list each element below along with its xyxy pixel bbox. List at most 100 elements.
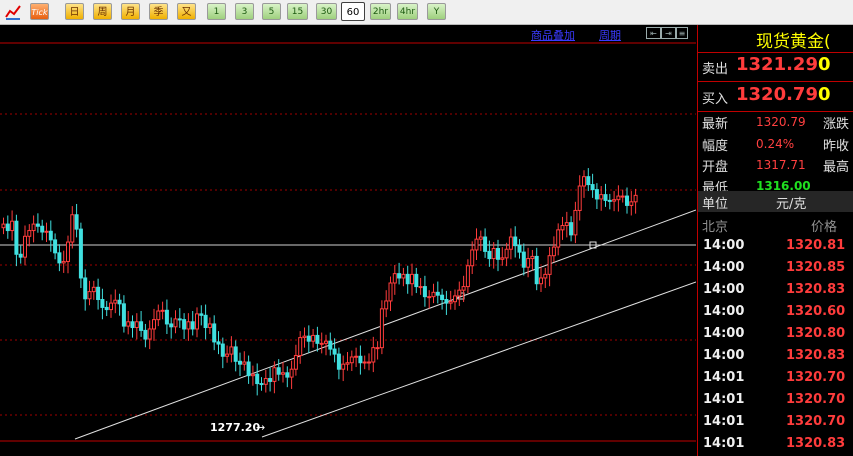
period-button-月[interactable]: 月 xyxy=(121,3,140,20)
candle-body xyxy=(48,230,53,241)
candle-body xyxy=(603,194,608,201)
buy-label: 买入 xyxy=(702,92,729,107)
candle-body xyxy=(573,209,578,236)
period-button-5[interactable]: 5 xyxy=(262,3,281,20)
candle-body xyxy=(130,321,135,329)
candle-body xyxy=(31,223,36,232)
candle-body xyxy=(586,176,591,186)
period-button-4hr[interactable]: 4hr xyxy=(397,3,418,20)
period-button-2hr[interactable]: 2hr xyxy=(370,3,391,20)
tick-price: 1320.83 xyxy=(786,348,846,363)
candle-body xyxy=(203,314,208,329)
overlay-link[interactable]: 商品叠加 xyxy=(531,27,575,43)
candle-body xyxy=(14,220,19,255)
candle-body xyxy=(500,257,505,260)
candle-body xyxy=(410,273,414,285)
tick-time: 14:00 xyxy=(703,260,745,275)
tick-time: 14:00 xyxy=(703,282,745,297)
period-button-3[interactable]: 3 xyxy=(235,3,254,20)
candle-body xyxy=(315,334,320,344)
low-price-label: 1277.20 xyxy=(210,421,260,434)
period-button-tick[interactable]: Tick xyxy=(30,3,49,20)
tick-row: 14:00 1320.83 xyxy=(698,279,853,301)
period-button-日[interactable]: 日 xyxy=(65,3,84,20)
candle-body xyxy=(341,363,346,370)
candle-body xyxy=(220,343,225,357)
stat-label: 幅度 xyxy=(702,139,729,154)
candle-body xyxy=(147,328,152,340)
chart-trend-icon[interactable] xyxy=(4,3,22,21)
candle-body xyxy=(487,250,492,260)
period-button-60[interactable]: 60 xyxy=(341,2,365,21)
symbol-title: 现货黄金( xyxy=(756,32,831,52)
candle-body xyxy=(302,335,307,339)
candle-body xyxy=(556,229,561,248)
candle-body xyxy=(298,337,303,357)
candle-body xyxy=(582,176,586,187)
candle-body xyxy=(551,246,556,257)
candle-body xyxy=(521,251,526,268)
candle-body xyxy=(134,321,139,329)
candle-body xyxy=(169,323,174,328)
candle-body xyxy=(543,273,548,279)
stat-value: 0.24% xyxy=(756,137,795,151)
period-button-季[interactable]: 季 xyxy=(149,3,168,20)
trend-channel-line xyxy=(74,209,696,440)
period-button-30[interactable]: 30 xyxy=(316,3,337,20)
candle-body xyxy=(431,291,436,298)
candle-body xyxy=(117,299,122,305)
tick-time: 14:01 xyxy=(703,436,745,451)
candle-body xyxy=(255,373,260,385)
candle-body xyxy=(367,361,371,364)
period-button-y[interactable]: Y xyxy=(427,3,446,20)
period-link[interactable]: 周期 xyxy=(599,27,621,43)
tick-time: 14:00 xyxy=(703,326,745,341)
candle-body xyxy=(457,289,462,297)
candle-body xyxy=(620,195,625,198)
candle-body xyxy=(362,361,367,364)
tick-time: 14:01 xyxy=(703,414,745,429)
candle-body xyxy=(100,299,105,308)
buy-volume: 0 xyxy=(818,84,831,105)
candle-body xyxy=(560,225,565,231)
scroll-icon[interactable]: ≡ xyxy=(676,27,688,39)
stat-value: 1317.71 xyxy=(756,158,806,172)
candle-body xyxy=(414,273,419,288)
candle-body xyxy=(10,220,15,232)
candle-body xyxy=(242,361,247,365)
candle-body xyxy=(225,353,230,357)
candle-body xyxy=(530,255,535,260)
candle-body xyxy=(306,335,311,342)
candle-body xyxy=(461,286,466,291)
candle-body xyxy=(289,368,294,378)
period-button-周[interactable]: 周 xyxy=(93,3,112,20)
buy-price: 1320.79 xyxy=(736,84,818,105)
candle-body xyxy=(190,321,195,330)
period-button-1[interactable]: 1 xyxy=(207,3,226,20)
candle-body xyxy=(268,378,273,382)
tick-time: 14:01 xyxy=(703,370,745,385)
candle-body xyxy=(612,199,617,202)
candle-body xyxy=(496,248,500,260)
period-button-又[interactable]: 又 xyxy=(177,3,196,20)
candle-body xyxy=(156,310,161,321)
tick-time: 14:01 xyxy=(703,392,745,407)
candle-body xyxy=(427,296,432,299)
candle-body xyxy=(212,323,217,343)
candle-body xyxy=(324,340,328,344)
candle-body xyxy=(328,340,333,350)
candle-body xyxy=(371,347,376,363)
tick-time: 14:00 xyxy=(703,348,745,363)
candle-body xyxy=(207,323,212,329)
candle-body xyxy=(44,230,49,233)
col-price-header: 价格 xyxy=(811,220,838,235)
period-button-15[interactable]: 15 xyxy=(287,3,308,20)
right-arrow-icon[interactable]: ⇥ xyxy=(661,27,676,39)
left-arrow-icon[interactable]: ⇤ xyxy=(646,27,661,39)
candle-body xyxy=(526,258,531,268)
candle-body xyxy=(397,273,402,279)
arrow-right-icon: → xyxy=(256,421,265,434)
tick-price: 1320.70 xyxy=(786,392,846,407)
candle-body xyxy=(259,383,264,386)
candlestick-chart[interactable]: 1277.20→ xyxy=(0,25,696,456)
